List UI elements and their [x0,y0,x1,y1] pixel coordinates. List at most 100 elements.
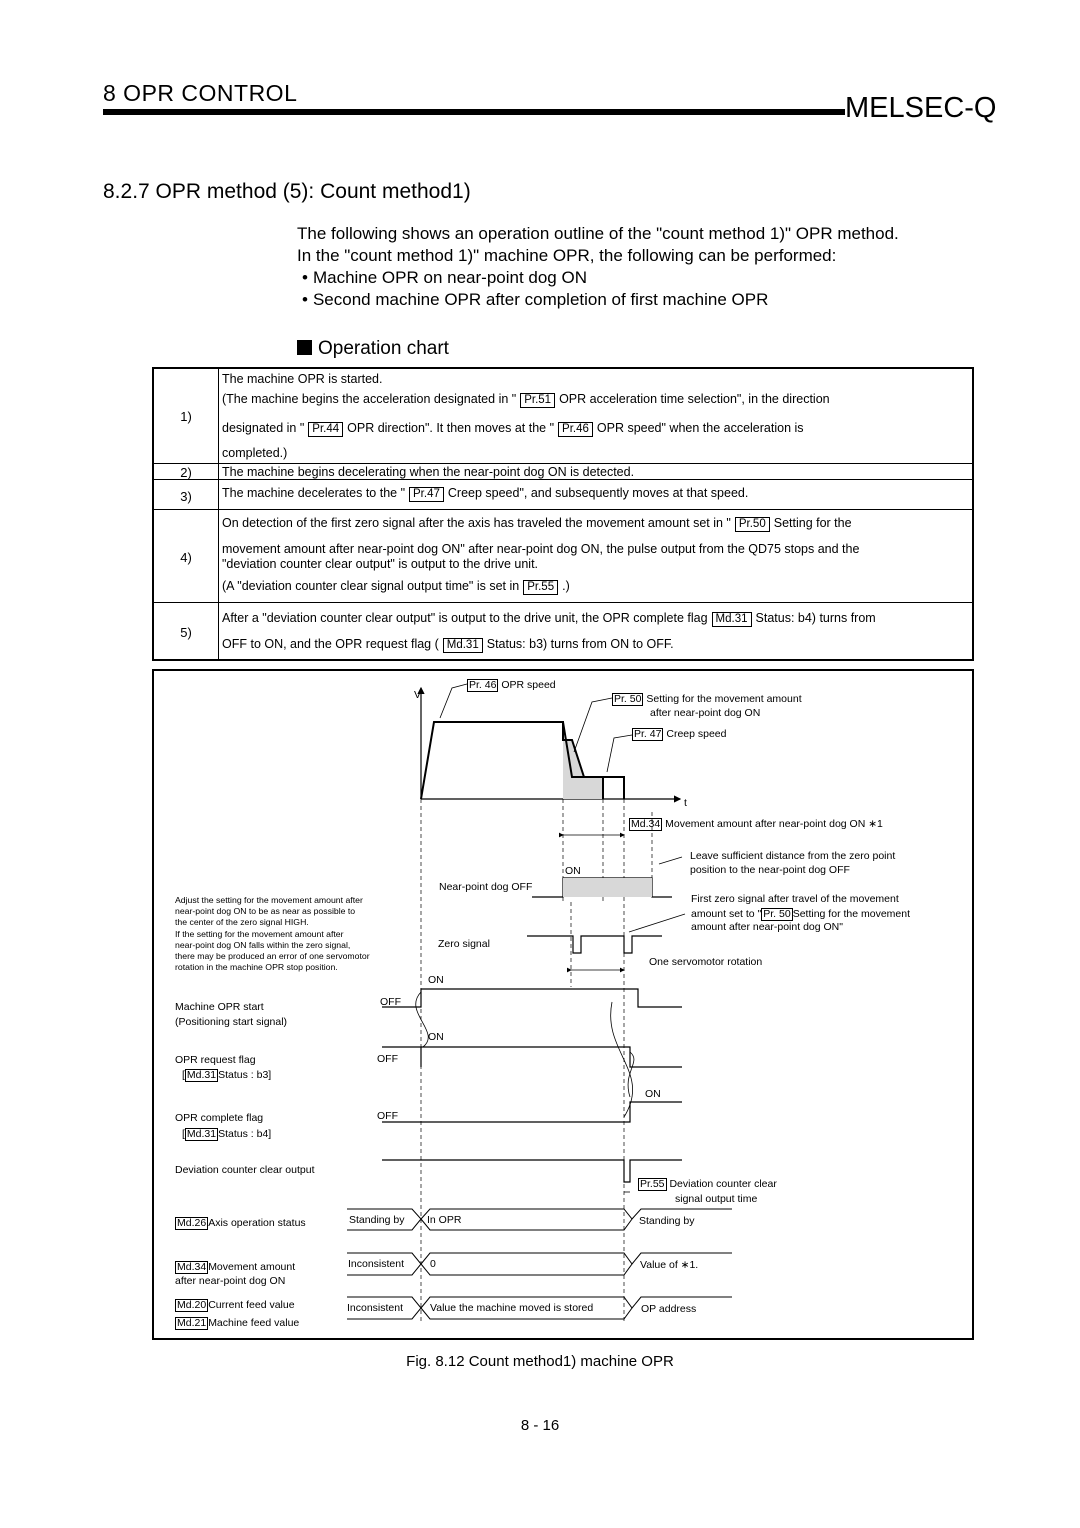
md21-label: Md.21 Machine feed value [175,1317,299,1330]
monitor-ref: Md.26 [175,1217,209,1230]
monitor-ref: Md.31 [184,1069,219,1082]
leader-line [573,697,613,753]
text: OPR direction". It then moves at the " [347,421,555,435]
machine-opr-start-label: Machine OPR start [175,1001,264,1013]
t-axis-label: t [684,797,687,809]
note-line: near-point dog ON falls within the zero … [175,939,351,950]
comp-off-label: OFF [377,1110,398,1122]
text: Setting for the movement amount [646,693,802,705]
text: On detection of the first zero signal af… [222,516,731,530]
first-zero-note-line2: amount set to " Pr. 50 Setting for the mov… [691,908,910,921]
md20-label: Md.20 Current feed value [175,1299,295,1312]
parameter-ref: Pr. 46 [467,679,499,692]
table-row: 1) The machine OPR is started. (The mach… [154,369,972,463]
req-on-label: ON [428,1031,444,1043]
step-text: The machine OPR is started. [222,372,383,386]
operation-chart-heading: Operation chart [297,338,449,360]
pr46-callout: Pr. 46 OPR speed [467,679,556,692]
operation-chart-title: Operation chart [318,338,449,359]
text: OFF to ON, and the OPR request flag ( [222,637,439,651]
text: amount set to " [691,908,762,920]
deviation-clear-label: Deviation counter clear output [175,1164,315,1176]
step-number: 1) [180,409,192,424]
start-off-label: OFF [380,996,401,1008]
req-off-label: OFF [377,1053,398,1065]
steps-table: 1) The machine OPR is started. (The mach… [152,367,974,661]
opr-complete-signal [382,1101,682,1123]
square-bullet-icon [297,340,312,355]
positioning-start-label: (Positioning start signal) [175,1016,288,1028]
first-zero-note-line3: amount after near-point dog ON" [691,921,843,933]
text: Creep speed", and subsequently moves at … [447,486,749,500]
note-line: the center of the zero signal HIGH. [175,917,309,928]
section-title: 8.2.7 OPR method (5): Count method1) [103,180,471,203]
step-text: completed.) [222,446,288,460]
opr-request-flag-label: OPR request flag [175,1054,256,1066]
page-number: 8 - 16 [520,1417,560,1434]
opr-complete-flag-label: OPR complete flag [175,1112,264,1124]
leader-line [628,913,686,933]
note-line: Adjust the setting for the movement amou… [175,895,363,905]
md34-label: Md.34 Movement amount [175,1261,295,1274]
text: After a "deviation counter clear output"… [222,611,708,625]
text: Deviation counter clear [669,1178,777,1190]
text: Movement amount [208,1261,296,1273]
pr50-callout: Pr. 50 Setting for the movement amount [612,693,802,706]
brand-label: MELSEC-Q [845,92,997,124]
text: Axis operation status [208,1217,306,1229]
status-value: Standing by [639,1215,695,1227]
step-text: (A "deviation counter clear signal outpu… [222,580,570,595]
first-zero-note: First zero signal after travel of the mo… [691,893,899,905]
pr55-callout: Pr.55 Deviation counter clear [638,1178,777,1191]
intro-line-2: In the "count method 1)" machine OPR, th… [297,246,837,265]
text: The machine decelerates to the " [222,486,406,500]
step-text: movement amount after near-point dog ON"… [222,542,860,556]
parameter-ref: Pr.50 [734,517,770,532]
step-text: The machine decelerates to the " Pr.47 Cre… [222,487,748,502]
leave-distance-note-line2: position to the near-point dog OFF [690,864,850,876]
status-value: In OPR [427,1214,462,1226]
text: Machine feed value [208,1317,300,1329]
status-value: Value of ∗1. [640,1259,699,1271]
text: OPR speed" when the acceleration is [596,421,804,435]
leave-distance-note: Leave sufficient distance from the zero … [690,850,896,862]
table-row: 5) After a "deviation counter clear outp… [154,602,972,660]
status-value: OP address [641,1303,697,1315]
intro-line-1: The following shows an operation outline… [297,224,899,243]
text: Status : b3] [218,1069,272,1081]
intro-bullet-2: Second machine OPR after completion of f… [302,290,768,310]
text: Setting for the [773,516,852,530]
leader-line [658,856,683,865]
near-point-dog-label: Near-point dog OFF [439,881,533,893]
parameter-ref: Pr.55 [523,580,559,595]
text: (A "deviation counter clear signal outpu… [222,579,520,593]
text: .) [562,579,570,593]
parameter-ref: Pr.51 [520,393,556,408]
step-number: 4) [180,550,192,565]
opr-request-status: [Md.31 Status : b3] [182,1069,272,1082]
parameter-ref: Pr. 47 [632,728,664,741]
speed-profile-creep [603,776,625,799]
text: Current feed value [208,1299,295,1311]
movement-amount-area [563,740,603,799]
monitor-ref: Md.34 [629,818,663,831]
handshake-arrow [415,991,429,1048]
monitor-ref: Md.34 [175,1261,209,1274]
parameter-ref: Md.31 [442,638,483,653]
step-number: 2) [180,465,192,480]
step-text: designated in " Pr.44 OPR direction". It t… [222,422,804,437]
md26-label: Md.26 Axis operation status [175,1217,306,1230]
step-text: OFF to ON, and the OPR request flag (Md.… [222,638,674,653]
step-number: 3) [180,489,192,504]
near-point-dog-on-area [563,878,652,897]
pr47-callout: Pr. 47 Creep speed [632,728,726,741]
table-row: 3) The machine decelerates to the " Pr.47… [154,479,972,510]
step-text: "deviation counter clear output" is outp… [222,557,539,571]
status-value: Inconsistent [348,1258,405,1270]
opr-complete-status: [Md.31 Status : b4] [182,1128,272,1141]
status-value: Value the machine moved is stored [430,1302,594,1314]
step-text: (The machine begins the acceleration des… [222,393,830,408]
text: OPR acceleration time selection", in the… [559,392,830,406]
text: Creep speed [666,728,727,740]
text: Setting for the movement [792,908,911,920]
